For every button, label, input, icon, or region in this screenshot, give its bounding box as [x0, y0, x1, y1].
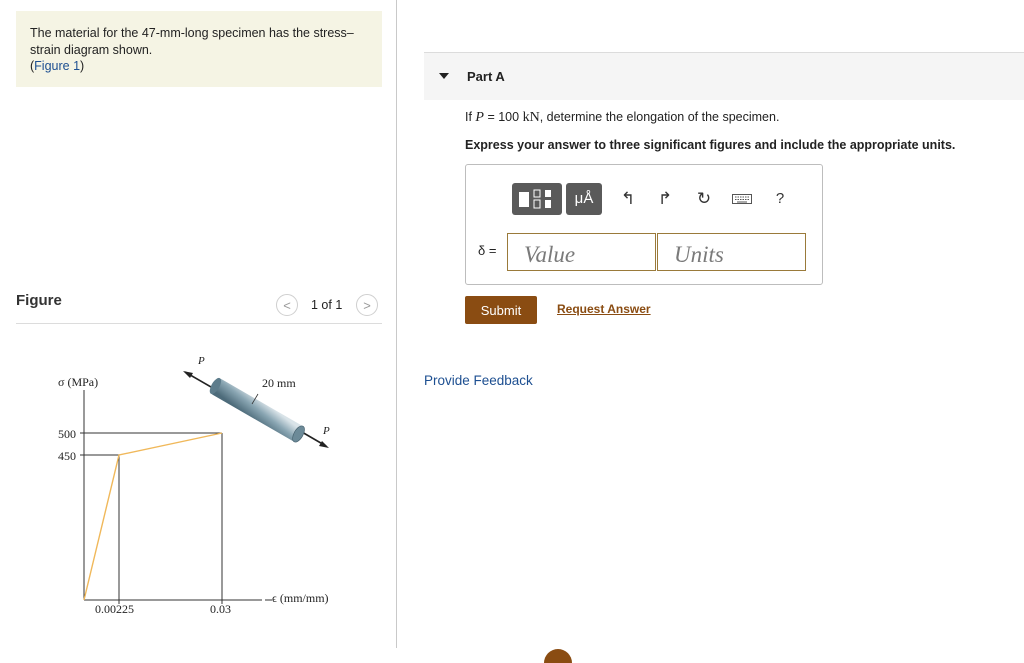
- reset-icon[interactable]: ↻: [692, 183, 716, 215]
- figure-page-count: 1 of 1: [311, 298, 343, 312]
- answer-box: μÅ ↰ ↱ ↻ ? δ =: [465, 164, 823, 285]
- partial-floating-button[interactable]: [544, 649, 572, 663]
- next-figure-button[interactable]: >: [356, 294, 378, 316]
- diameter-label: 20 mm: [262, 376, 296, 390]
- collapse-triangle-icon[interactable]: [439, 73, 449, 79]
- question-variable: P: [475, 110, 484, 125]
- question-suffix: , determine the elongation of the specim…: [539, 110, 780, 124]
- question-prefix: If: [465, 110, 476, 124]
- keyboard-icon[interactable]: [730, 183, 754, 215]
- answer-instructions: Express your answer to three significant…: [465, 138, 956, 152]
- load-label-top: P: [197, 355, 205, 367]
- part-title: Part A: [467, 69, 505, 84]
- question-equals: = 100: [483, 110, 523, 124]
- submit-button[interactable]: Submit: [465, 296, 537, 324]
- y-tick-label-450: 450: [58, 449, 76, 463]
- question-unit: kN: [522, 110, 540, 125]
- stress-axis-label: σ (MPa): [58, 375, 98, 389]
- stress-strain-diagram: σ (MPa) 500 450 0.00225 0.03 ϵ (mm/mm) P…: [58, 355, 330, 616]
- figure-link-paren-close: ): [80, 59, 85, 73]
- x-tick-label-0-03: 0.03: [210, 602, 231, 616]
- figure-divider: [16, 323, 382, 324]
- figure-heading: Figure: [16, 292, 62, 309]
- part-a-header[interactable]: Part A: [424, 53, 1024, 100]
- redo-icon[interactable]: ↱: [653, 183, 677, 215]
- problem-text: The material for the 47-mm-long specimen…: [30, 26, 354, 57]
- help-icon[interactable]: ?: [768, 183, 792, 215]
- delta-label: δ =: [478, 243, 497, 258]
- load-arrowhead-top: [183, 371, 193, 378]
- units-input[interactable]: [657, 233, 806, 271]
- prev-figure-button[interactable]: <: [276, 294, 298, 316]
- figure-link[interactable]: Figure 1: [34, 59, 80, 73]
- stress-strain-curve: [83, 432, 223, 601]
- undo-icon[interactable]: ↰: [616, 183, 640, 215]
- strain-axis-label: ϵ (mm/mm): [272, 591, 329, 605]
- x-tick-label-0-00225: 0.00225: [95, 602, 134, 616]
- keyboard-glyph: [732, 194, 752, 204]
- template-icon: [519, 189, 551, 209]
- panel-divider: [396, 0, 397, 648]
- left-panel: The material for the 47-mm-long specimen…: [0, 0, 396, 655]
- units-button[interactable]: μÅ: [566, 183, 602, 215]
- provide-feedback-link[interactable]: Provide Feedback: [424, 373, 533, 388]
- value-input[interactable]: [507, 233, 656, 271]
- question-text: If P = 100 kN, determine the elongation …: [465, 110, 779, 126]
- y-tick-label-500: 500: [58, 427, 76, 441]
- specimen-illustration: P P 20 mm: [183, 355, 330, 448]
- request-answer-link[interactable]: Request Answer: [557, 302, 651, 316]
- problem-statement: The material for the 47-mm-long specimen…: [16, 11, 382, 87]
- load-label-bottom: P: [322, 425, 330, 437]
- template-button[interactable]: [512, 183, 562, 215]
